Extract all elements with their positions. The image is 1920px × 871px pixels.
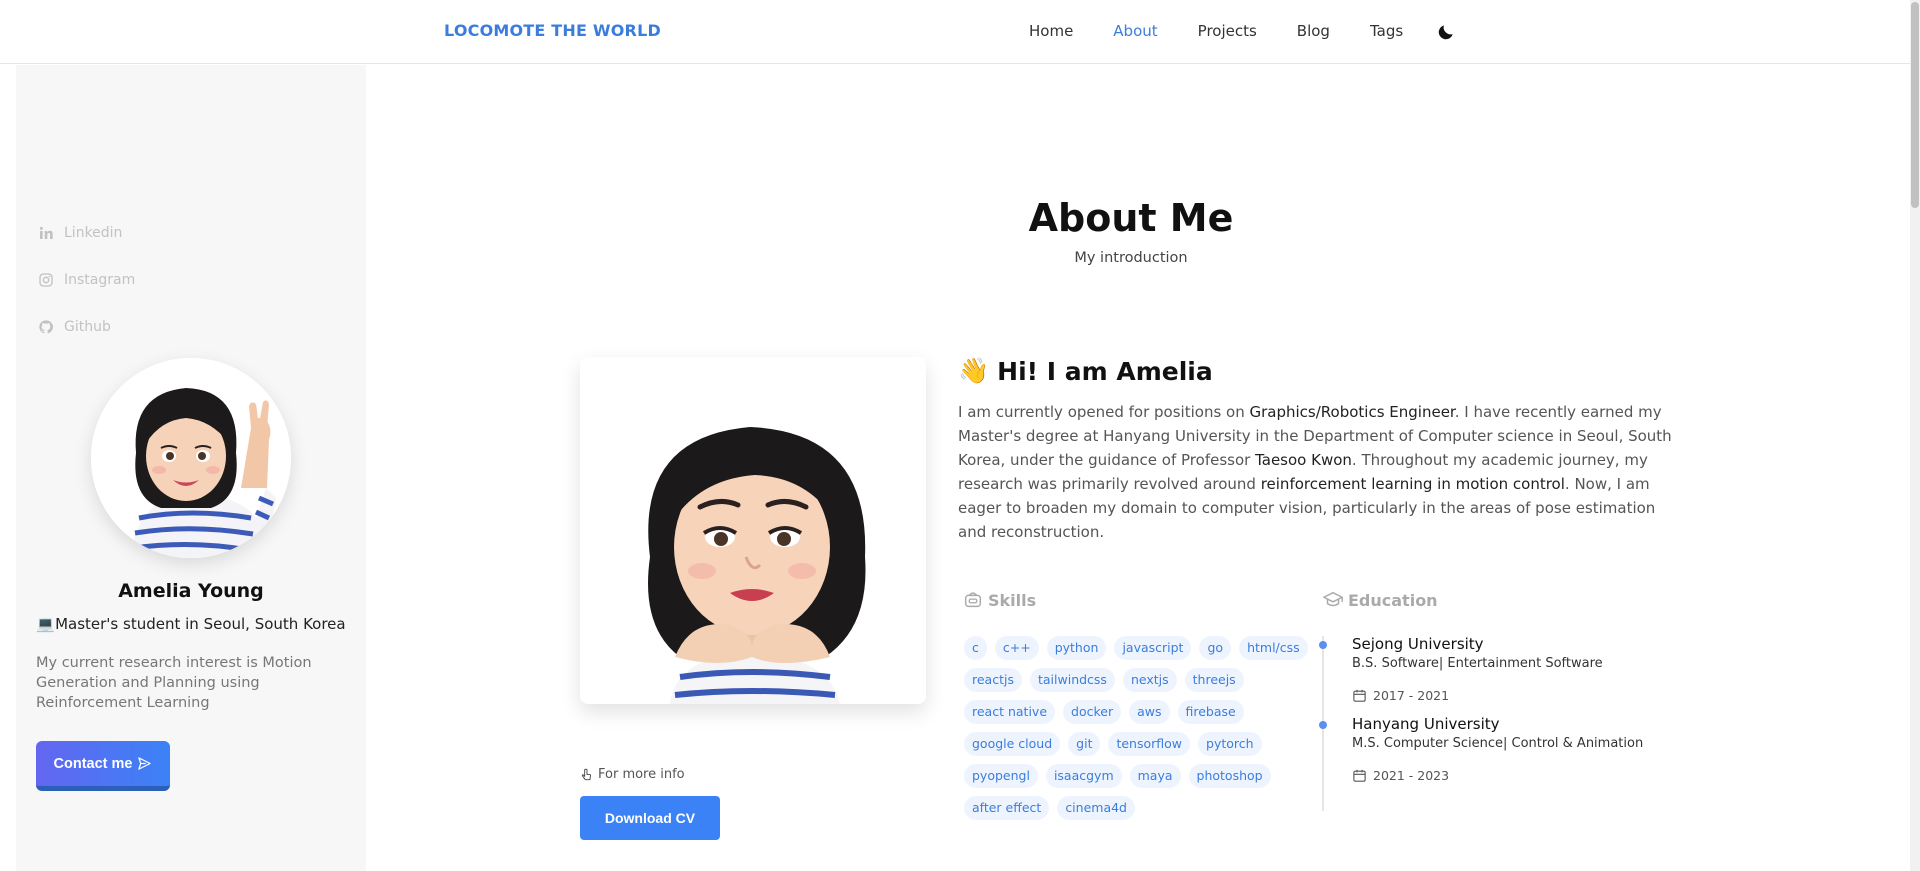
education-heading: Education [1322,589,1438,611]
skill-tag: threejs [1184,668,1244,692]
profile-photo-card [580,357,926,704]
skills-tag-row: c c++ python javascript go html/css [964,636,1308,660]
nav-home-link[interactable]: Home [1029,22,1073,40]
skills-tag-row: after effect cinema4d [964,796,1304,820]
skill-tag: tailwindcss [1029,668,1115,692]
skill-tag: google cloud [964,732,1061,756]
education-degree: M.S. Computer Science| Control & Animati… [1352,736,1644,751]
skills-tag-list: c c++ python javascript go html/css reac… [964,636,1308,828]
skills-tag-row: google cloud git tensorflow pytorch [964,732,1304,756]
timeline-dot [1319,721,1327,729]
skills-tag-row: react native docker aws firebase [964,700,1304,724]
top-navbar: LOCOMOTE THE WORLD Home About Projects B… [0,0,1910,64]
contact-me-button[interactable]: Contact me [36,741,170,791]
education-years-label: 2021 - 2023 [1373,768,1450,783]
profile-role: 💻Master's student in Seoul, South Korea [36,615,346,633]
intro-highlight: Graphics/Robotics Engineer [1249,403,1455,421]
skills-tag-row: pyopengl isaacgym maya photoshop [964,764,1304,788]
instagram-icon [39,273,53,287]
education-school: Sejong University [1352,635,1484,653]
social-link-instagram[interactable]: Instagram [38,272,135,288]
social-link-linkedin[interactable]: Linkedin [38,225,122,241]
page-subtitle: My introduction [1074,250,1188,266]
nav-tags-link[interactable]: Tags [1370,22,1403,40]
skill-tag: javascript [1114,636,1192,660]
skill-tag: maya [1129,764,1181,788]
social-link-github[interactable]: Github [38,319,111,335]
skill-tag: pytorch [1198,732,1262,756]
memoji-portrait-image [580,357,926,704]
skill-tag: firebase [1177,700,1244,724]
skills-heading: Skills [962,589,1036,611]
skill-tag: react native [964,700,1056,724]
skill-tag: pyopengl [964,764,1038,788]
skill-tag: git [1068,732,1101,756]
skill-tag: c++ [994,636,1039,660]
page-scrollbar[interactable] [1910,0,1920,871]
more-info-label: For more info [598,767,685,782]
skill-tag: python [1046,636,1107,660]
page-title: About Me [1028,196,1234,240]
skills-heading-label: Skills [988,590,1037,610]
download-cv-button[interactable]: Download CV [580,796,720,840]
robot-icon [964,592,982,608]
skill-tag: tensorflow [1108,732,1191,756]
send-icon [138,757,152,770]
contact-me-label: Contact me [53,755,133,772]
intro-highlight: Taesoo Kwon [1255,451,1352,469]
nav-projects-link[interactable]: Projects [1198,22,1257,40]
main-nav: Home About Projects Blog Tags [1029,22,1443,40]
graduation-cap-icon [1323,591,1343,607]
skill-tag: docker [1063,700,1122,724]
pointer-hand-icon [581,768,591,780]
intro-paragraph: I am currently opened for positions on G… [958,400,1678,544]
education-heading-label: Education [1348,590,1438,610]
waving-hand-icon: 👋 [958,356,990,385]
linkedin-icon [39,226,53,239]
skill-tag: go [1199,636,1232,660]
social-label: Linkedin [64,225,123,241]
scrollbar-thumb[interactable] [1911,2,1919,208]
moon-icon[interactable] [1436,22,1456,42]
social-label: Github [64,319,111,335]
skill-tag: cinema4d [1057,796,1135,820]
profile-avatar [91,358,291,558]
github-icon [39,320,53,334]
profile-sidebar: Linkedin Instagram Github Amelia Young 💻… [16,65,366,871]
greeting-heading: 👋 Hi! I am Amelia [958,356,1213,386]
more-info-note: For more info [580,767,685,782]
site-brand-link[interactable]: LOCOMOTE THE WORLD [444,21,661,40]
timeline-dot [1319,641,1327,649]
nav-blog-link[interactable]: Blog [1297,22,1330,40]
skills-tag-row: reactjs tailwindcss nextjs threejs [964,668,1304,692]
skill-tag: html/css [1239,636,1308,660]
social-label: Instagram [64,272,136,288]
education-years: 2021 - 2023 [1352,768,1449,783]
skill-tag: reactjs [964,668,1022,692]
skill-tag: aws [1129,700,1170,724]
profile-bio: My current research interest is Motion G… [36,655,312,711]
nav-about-link[interactable]: About [1113,22,1157,40]
education-school: Hanyang University [1352,715,1500,733]
intro-text: I am currently opened for positions on [958,403,1250,421]
calendar-icon [1353,689,1366,702]
greeting-text: Hi! I am Amelia [997,356,1213,386]
calendar-icon [1353,769,1366,782]
skill-tag: nextjs [1122,668,1177,692]
education-years-label: 2017 - 2021 [1373,688,1450,703]
intro-highlight: reinforcement learning in motion control [1260,475,1565,493]
skill-tag: after effect [964,796,1050,820]
profile-name: Amelia Young [118,580,264,602]
skill-tag: isaacgym [1045,764,1122,788]
education-years: 2017 - 2021 [1352,688,1449,703]
memoji-waving-image [91,358,291,558]
education-degree: B.S. Software| Entertainment Software [1352,656,1603,671]
skill-tag: c [964,636,987,660]
skill-tag: photoshop [1188,764,1271,788]
